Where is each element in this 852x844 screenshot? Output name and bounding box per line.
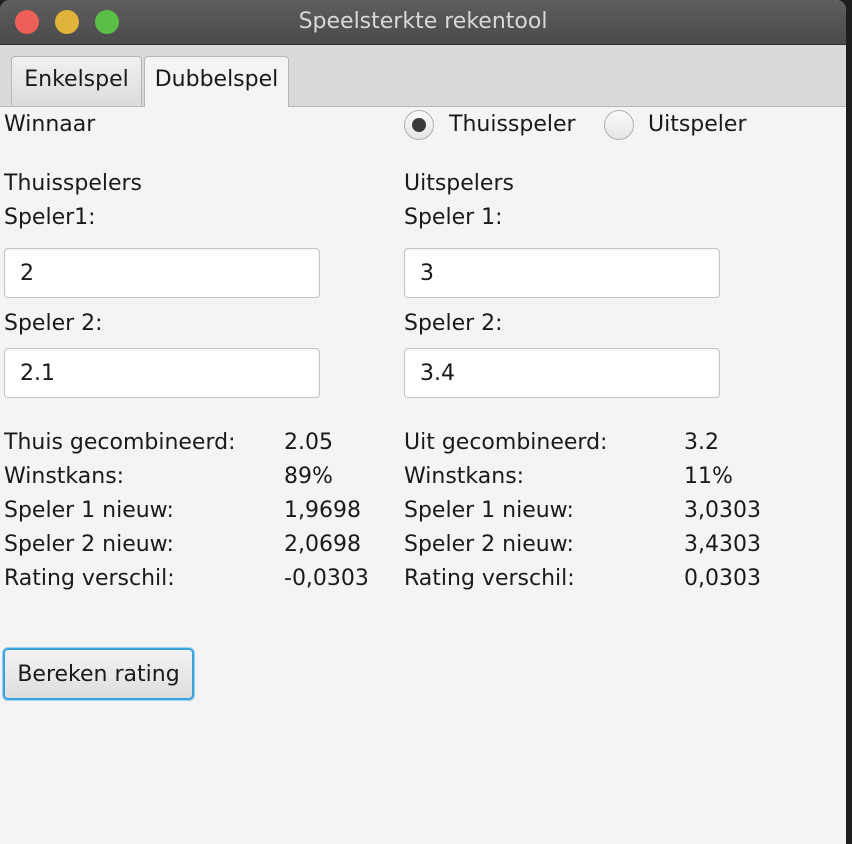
home-player1-new-label: Speler 1 nieuw: <box>4 498 174 523</box>
away-player2-label: Speler 2: <box>404 311 503 336</box>
home-heading: Thuisspelers <box>4 171 143 196</box>
calculate-rating-button[interactable]: Bereken rating <box>3 648 194 700</box>
home-winchance-value: 89% <box>284 464 333 489</box>
away-player2-input[interactable] <box>404 348 720 398</box>
tab-dubbelspel[interactable]: Dubbelspel <box>144 56 289 107</box>
window-title: Speelsterkte rekentool <box>298 9 548 34</box>
away-combined-value: 3.2 <box>684 430 719 455</box>
home-player1-label: Speler1: <box>4 205 96 230</box>
away-player2-new-value: 3,4303 <box>684 532 761 557</box>
title-bar: Speelsterkte rekentool <box>0 0 846 45</box>
away-winchance-value: 11% <box>684 464 733 489</box>
away-rating-diff-value: 0,0303 <box>684 566 761 591</box>
away-player1-input[interactable] <box>404 248 720 298</box>
home-player1-new-value: 1,9698 <box>284 498 361 523</box>
away-player2-new-label: Speler 2 nieuw: <box>404 532 574 557</box>
home-player2-new-label: Speler 2 nieuw: <box>4 532 174 557</box>
away-heading: Uitspelers <box>404 171 514 196</box>
away-player1-new-value: 3,0303 <box>684 498 761 523</box>
radio-thuisspeler[interactable] <box>404 110 434 140</box>
home-player2-input[interactable] <box>4 348 320 398</box>
home-rating-diff-label: Rating verschil: <box>4 566 175 591</box>
home-combined-label: Thuis gecombineerd: <box>4 430 236 455</box>
radio-selected-dot <box>412 118 426 132</box>
radio-thuisspeler-label[interactable]: Thuisspeler <box>449 112 576 137</box>
home-rating-diff-value: -0,0303 <box>284 566 369 591</box>
radio-uitspeler[interactable] <box>604 110 634 140</box>
away-rating-diff-label: Rating verschil: <box>404 566 575 591</box>
home-player2-new-value: 2,0698 <box>284 532 361 557</box>
winner-label: Winnaar <box>4 112 96 137</box>
away-winchance-label: Winstkans: <box>404 464 525 489</box>
app-window: Speelsterkte rekentool Enkelspel Dubbels… <box>0 0 846 844</box>
away-player1-label: Speler 1: <box>404 205 503 230</box>
away-combined-label: Uit gecombineerd: <box>404 430 608 455</box>
tab-bar: Enkelspel Dubbelspel <box>0 45 846 107</box>
home-player2-label: Speler 2: <box>4 311 103 336</box>
away-player1-new-label: Speler 1 nieuw: <box>404 498 574 523</box>
home-winchance-label: Winstkans: <box>4 464 125 489</box>
home-player1-input[interactable] <box>4 248 320 298</box>
radio-uitspeler-label[interactable]: Uitspeler <box>648 112 747 137</box>
tab-enkelspel[interactable]: Enkelspel <box>11 56 142 106</box>
home-combined-value: 2.05 <box>284 430 333 455</box>
